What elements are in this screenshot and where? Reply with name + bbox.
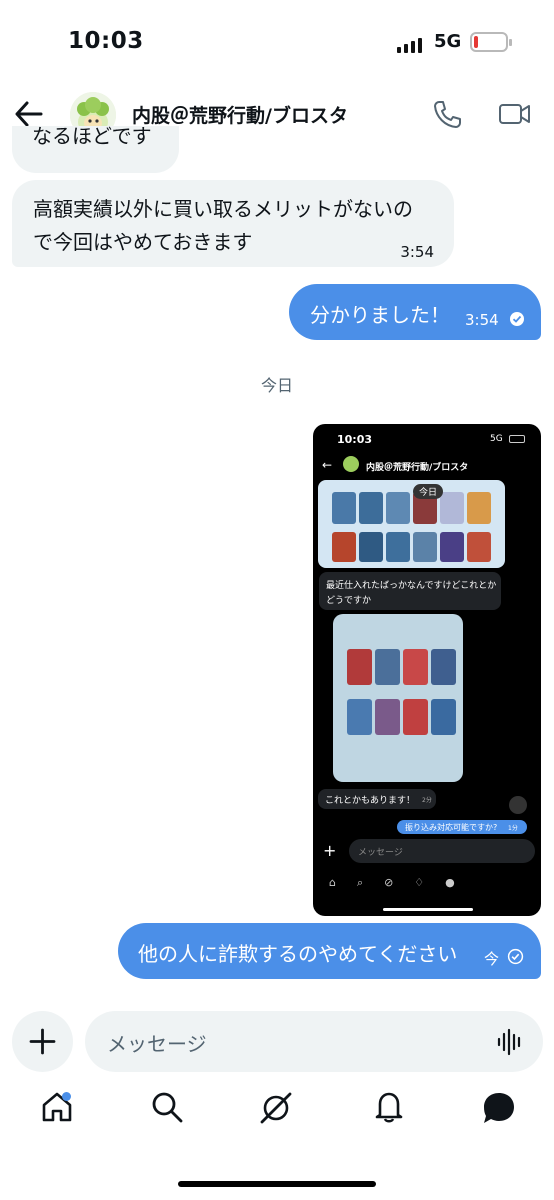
message-time: 今: [484, 950, 500, 968]
video-camera-icon: [499, 104, 530, 124]
message-text-line2: で今回はやめておきます: [33, 230, 253, 254]
phone-icon: [434, 101, 461, 128]
embedded-placeholder: メッセージ: [358, 848, 403, 858]
embedded-message-2-text: これとかもあります！: [325, 796, 416, 806]
date-divider: 今日: [260, 376, 293, 395]
embedded-message-2-time: 2分: [422, 797, 432, 804]
arrow-left-icon: [15, 101, 43, 127]
embedded-message-1-line2: どうですか: [326, 596, 372, 606]
embedded-sent-time: 1分: [508, 825, 518, 832]
embedded-network: 5G: [490, 434, 503, 444]
message-text: 他の人に詐欺するのやめてください: [138, 942, 458, 966]
message-time: 3:54: [465, 311, 499, 329]
embedded-name: 内股＠荒野行動/ブロスタ: [366, 463, 469, 473]
notification-dot: [62, 1092, 71, 1101]
embedded-back-icon: ←: [322, 458, 333, 472]
message-bubble-sent: 他の人に詐欺するのやめてください 今: [118, 923, 541, 979]
grok-icon: [260, 1092, 292, 1124]
nav-search[interactable]: [150, 1090, 184, 1128]
embedded-nav-icons: ⌂ ⌕ ⊘ ♢ ●: [329, 876, 455, 889]
status-time: 10:03: [68, 28, 144, 54]
add-attachment-button[interactable]: [12, 1011, 73, 1072]
message-input[interactable]: メッセージ: [85, 1011, 543, 1072]
embedded-home-indicator: [383, 908, 473, 911]
message-placeholder: メッセージ: [107, 1032, 207, 1056]
sent-check-icon: [507, 948, 524, 965]
plus-icon: [29, 1028, 56, 1055]
search-icon: [152, 1092, 183, 1123]
nav-notifications[interactable]: [372, 1090, 406, 1128]
nav-grok[interactable]: [258, 1090, 294, 1130]
embedded-sent-text: 振り込み対応可能ですか?: [405, 823, 498, 832]
embedded-avatar: [343, 456, 359, 472]
voice-wave-icon[interactable]: [496, 1028, 524, 1056]
network-type: 5G: [434, 31, 462, 52]
message-text: 分かりました！: [310, 303, 450, 327]
chat-bubble-icon: [484, 1093, 514, 1123]
message-text-line1: 高額実績以外に買い取るメリットがないの: [33, 197, 413, 221]
embedded-battery-icon: [509, 435, 525, 443]
conversation-title[interactable]: 内股＠荒野行動/ブロスタ: [132, 101, 348, 128]
bell-icon: [375, 1092, 403, 1123]
message-bubble-partial: なるほどです: [12, 126, 179, 173]
embedded-plus-icon: +: [323, 841, 337, 860]
message-time: 3:54: [400, 243, 434, 261]
message-bubble-sent: 分かりました！ 3:54: [289, 284, 541, 340]
back-button[interactable]: [14, 100, 44, 128]
attached-image[interactable]: 10:03 5G ← 内股＠荒野行動/ブロスタ 今日 最近仕入れたばっかなんです…: [313, 424, 541, 916]
signal-icon: [397, 38, 422, 53]
bottom-nav: [0, 1090, 554, 1146]
embedded-message-1: 最近仕入れたばっかなんですけどこれとか どうですか: [319, 572, 501, 610]
read-check-icon: [510, 312, 524, 326]
embedded-date-pill: 今日: [413, 484, 444, 499]
message-bubble-received: 高額実績以外に買い取るメリットがないの で今回はやめておきます 3:54: [12, 180, 454, 267]
battery-icon: [470, 32, 512, 52]
message-text: なるほどです: [32, 126, 152, 148]
nav-messages[interactable]: [481, 1090, 517, 1130]
embedded-message-field: メッセージ: [349, 839, 535, 863]
embedded-time: 10:03: [337, 433, 373, 446]
home-indicator: [178, 1181, 376, 1187]
embedded-sent-message: 振り込み対応可能ですか? 1分: [397, 820, 527, 834]
embedded-message-2: これとかもあります！ 2分: [318, 789, 436, 809]
embedded-scroll-down-icon: [509, 796, 527, 814]
embedded-image-cards-2: [333, 614, 463, 782]
call-button[interactable]: [432, 99, 462, 133]
embedded-image-cards: [318, 480, 505, 568]
video-call-button[interactable]: [498, 100, 532, 132]
nav-home[interactable]: [40, 1090, 74, 1128]
embedded-message-1-line1: 最近仕入れたばっかなんですけどこれとか: [326, 581, 497, 591]
